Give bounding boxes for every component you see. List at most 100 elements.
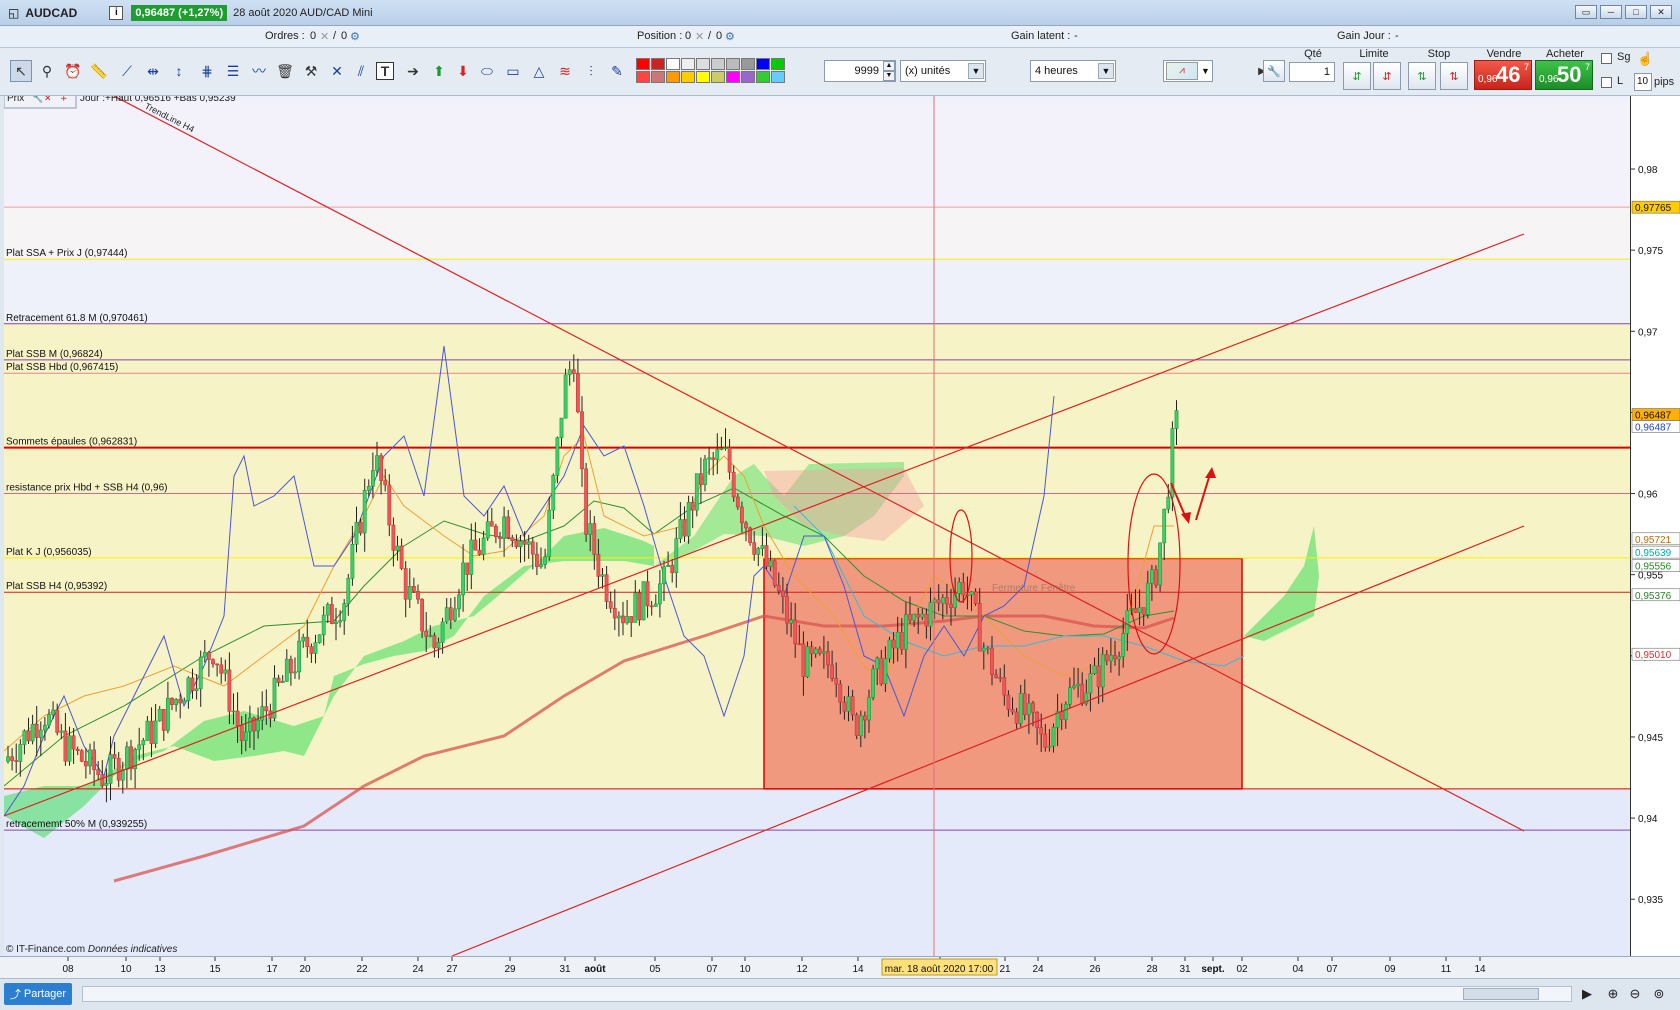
arrow-right-tool-icon[interactable]: ➔ [402, 60, 424, 82]
limit-sell-button[interactable]: ⇵ [1373, 62, 1401, 90]
candle-body [604, 574, 609, 602]
restore-icon[interactable]: ▭ [1575, 5, 1597, 19]
stop-buy-button[interactable]: ⇅ [1408, 62, 1436, 90]
candle-body [219, 664, 224, 674]
palette-swatch[interactable] [741, 71, 755, 83]
palette-swatch[interactable] [726, 58, 740, 70]
limit-buy-button[interactable]: ⇵ [1343, 62, 1371, 90]
candle-body [936, 599, 941, 604]
horizontal-scrollbar[interactable] [82, 986, 1572, 1002]
candle-body [506, 516, 511, 538]
palette-swatch[interactable] [696, 71, 710, 83]
zoom-reset-icon[interactable]: ⊚ [1650, 985, 1668, 1003]
time-axis[interactable]: 0810131517202224272931août05071012141821… [0, 956, 1680, 978]
candle-body [1014, 711, 1019, 724]
quantity-up-icon[interactable]: ▲ [883, 61, 895, 71]
minimize-button[interactable]: ─ [1600, 5, 1622, 19]
quantity-down-icon[interactable]: ▼ [883, 71, 895, 81]
close-position-icon[interactable]: ✕ [695, 30, 704, 43]
horizontal-line-tool-icon[interactable]: ⇹ [142, 60, 164, 82]
palette-swatch[interactable] [756, 58, 770, 70]
palette-swatch[interactable] [636, 58, 650, 70]
alarm-tool-icon[interactable]: ⏰ [62, 60, 84, 82]
candle-body [125, 746, 129, 770]
palette-swatch[interactable] [741, 58, 755, 70]
sell-button[interactable]: 0,96 46 7 [1474, 60, 1532, 90]
hand-icon[interactable]: ☝ [1637, 51, 1653, 67]
trash-icon[interactable]: 🗑 [274, 60, 296, 82]
palette-swatch[interactable] [636, 71, 650, 83]
l-checkbox[interactable] [1601, 77, 1612, 88]
ruler-tool-icon[interactable]: 📏 [88, 60, 110, 82]
zone-a [4, 207, 1630, 260]
palette-swatch[interactable] [666, 71, 680, 83]
candle-body [358, 521, 363, 534]
color-palette[interactable] [636, 58, 785, 83]
candle-body [694, 473, 699, 511]
triangle-tool-icon[interactable]: △ [528, 60, 550, 82]
magnet-tool-icon[interactable]: ⚒ [300, 60, 322, 82]
wrench-icon[interactable]: 🔧 [1263, 60, 1285, 82]
cross-tool-icon[interactable]: ✕ [326, 60, 348, 82]
trendline-tool-icon[interactable]: ⟋ [116, 60, 138, 82]
arrow-down-tool-icon[interactable]: ⬇ [452, 60, 474, 82]
share-button[interactable]: ⤴ Partager [4, 983, 72, 1005]
palette-swatch[interactable] [711, 71, 725, 83]
palette-swatch[interactable] [726, 71, 740, 83]
channel-tool-icon[interactable]: ⋕ [196, 60, 218, 82]
candle-body [248, 717, 252, 733]
cancel-orders-icon[interactable]: ✕ [320, 30, 329, 43]
palette-swatch[interactable] [681, 71, 695, 83]
scroll-right-icon[interactable]: ▶ [1578, 985, 1596, 1003]
candle-body [1141, 607, 1146, 615]
vertical-line-tool-icon[interactable]: ↕ [168, 60, 190, 82]
info-icon[interactable]: i [109, 5, 124, 20]
price-chart[interactable]: Plat SSA + Prix J (0,97444) Retracement 6… [4, 96, 1630, 956]
date-tick-label: 17 [266, 964, 278, 975]
zoom-tool-icon[interactable]: ⚲ [36, 60, 58, 82]
chart-type-select[interactable]: ⩘ ▼ [1163, 60, 1213, 82]
pointer-tool-icon[interactable]: ↖ [10, 60, 32, 82]
pencil-tool-icon[interactable]: ✎ [606, 60, 628, 82]
close-button[interactable]: ✕ [1650, 5, 1672, 19]
palette-swatch[interactable] [771, 58, 785, 70]
wave-tool-icon[interactable]: ≋ [554, 60, 576, 82]
gann-tool-icon[interactable]: ⫶ [580, 60, 602, 82]
palette-swatch[interactable] [711, 58, 725, 70]
stop-sell-button[interactable]: ⇅ [1440, 62, 1468, 90]
palette-swatch[interactable] [651, 58, 665, 70]
footer-note-italic: Données indicatives [88, 944, 178, 955]
palette-swatch[interactable] [696, 58, 710, 70]
unit-select[interactable]: (x) unités ▼ [900, 60, 986, 82]
candle-body [559, 417, 564, 439]
fibonacci-tool-icon[interactable]: ☰ [222, 60, 244, 82]
maximize-button[interactable]: □ [1625, 5, 1647, 19]
sg-checkbox[interactable] [1601, 53, 1612, 64]
candle-body [1035, 712, 1040, 728]
pips-input[interactable]: 10 [1634, 73, 1652, 91]
rectangle-tool-icon[interactable]: ▭ [502, 60, 524, 82]
date-tick-label: 26 [1089, 964, 1101, 975]
palette-swatch[interactable] [651, 71, 665, 83]
palette-swatch[interactable] [756, 71, 770, 83]
palette-swatch[interactable] [681, 58, 695, 70]
arrow-up-tool-icon[interactable]: ⬆ [428, 60, 450, 82]
orders-settings-icon[interactable]: ⚙ [350, 30, 360, 43]
zone-b [4, 259, 1630, 324]
zoom-in-icon[interactable]: ⊕ [1604, 985, 1622, 1003]
price-axis[interactable]: 0,980,9750,970,9650,960,9550,950,9450,94… [1630, 96, 1680, 956]
qte-input[interactable]: 1 [1289, 62, 1335, 82]
position-settings-icon[interactable]: ⚙ [725, 30, 735, 43]
text-tool-icon[interactable]: T [376, 62, 394, 80]
date-tick-label: 10 [739, 964, 751, 975]
ellipse-tool-icon[interactable]: ⬭ [476, 60, 498, 82]
parallel-tool-icon[interactable]: ⫽ [350, 60, 372, 82]
pattern-tool-icon[interactable]: 〰 [248, 60, 270, 82]
orders-count-a: 0 [310, 30, 317, 42]
zoom-out-icon[interactable]: ⊖ [1626, 985, 1644, 1003]
buy-button[interactable]: 0,96 50 7 [1535, 60, 1593, 90]
scrollbar-thumb[interactable] [1463, 988, 1539, 1000]
palette-swatch[interactable] [771, 71, 785, 83]
palette-swatch[interactable] [666, 58, 680, 70]
timeframe-select[interactable]: 4 heures ▼ [1030, 60, 1116, 82]
